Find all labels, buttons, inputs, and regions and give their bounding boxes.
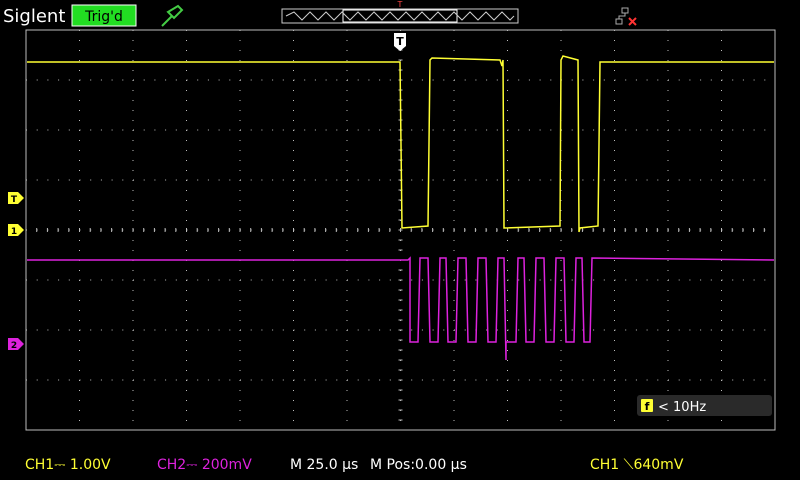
trigger-position-marker[interactable]: T	[394, 33, 406, 51]
trigger-info-readout[interactable]: CH1 ⟍640mV	[590, 457, 684, 473]
memory-overview-icon: T	[281, 0, 519, 24]
probe-icon	[161, 4, 184, 27]
svg-text:T: T	[11, 195, 18, 205]
frequency-icon: f	[645, 400, 650, 413]
svg-text:2: 2	[11, 341, 17, 351]
horizontal-position-readout[interactable]: M Pos:0.00 µs	[370, 457, 467, 473]
frequency-counter: f < 10Hz	[637, 395, 772, 416]
svg-text:T: T	[396, 35, 404, 48]
memory-trigger-marker: T	[397, 0, 403, 9]
oscilloscope-screen: Siglent Trig'd T T T 1 2 f < 10Hz CH1⎓ 1…	[3, 0, 776, 473]
trigger-level-marker[interactable]: T	[8, 192, 24, 205]
timebase-readout[interactable]: M 25.0 µs	[290, 457, 358, 473]
ch2-scale-readout[interactable]: CH2⎓ 200mV	[157, 457, 252, 473]
trigger-status-label: Trig'd	[84, 9, 123, 25]
ch1-offset-marker[interactable]: 1	[8, 224, 24, 237]
network-error-icon	[615, 7, 637, 26]
trigger-status-badge: Trig'd	[71, 4, 137, 27]
ch1-scale-readout[interactable]: CH1⎓ 1.00V	[25, 457, 111, 473]
ch1-waveform	[27, 55, 774, 233]
svg-text:1: 1	[11, 227, 17, 237]
frequency-value: < 10Hz	[658, 400, 706, 415]
ch2-waveform	[27, 256, 775, 361]
ch2-offset-marker[interactable]: 2	[8, 338, 24, 351]
brand-label: Siglent	[3, 6, 65, 27]
